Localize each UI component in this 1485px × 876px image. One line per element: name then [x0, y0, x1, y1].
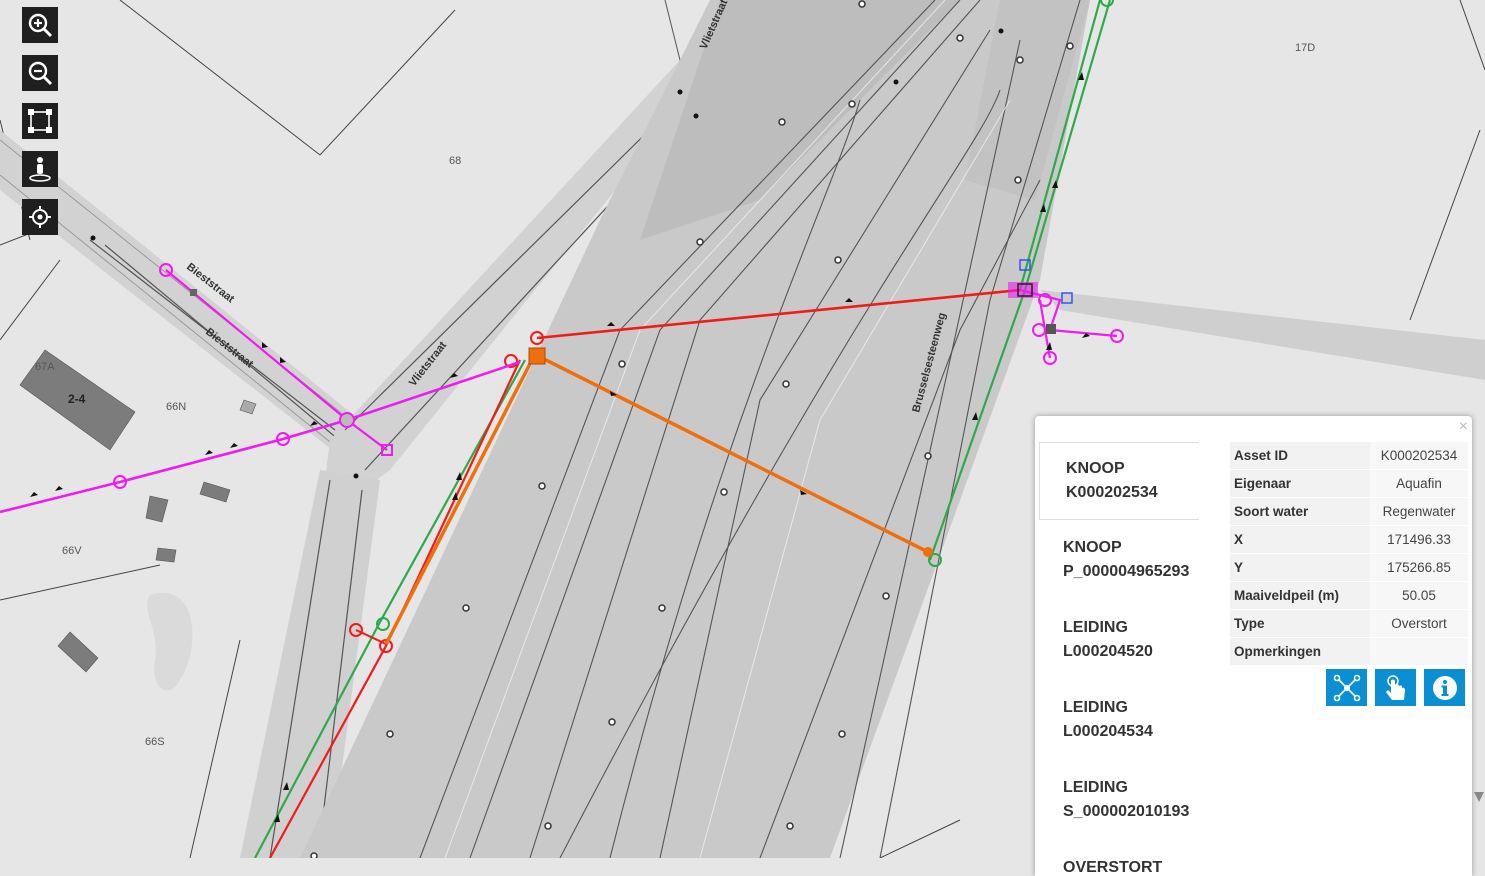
- attribute-table: Asset ID K000202534 Eigenaar Aquafin Soort…: [1230, 442, 1468, 666]
- table-row: Maaiveldpeil (m) 50.05: [1230, 581, 1468, 610]
- parcel-label-66n: 66N: [166, 401, 186, 413]
- attr-key: Maaiveldpeil (m): [1230, 581, 1370, 610]
- feature-id: L000204520: [1063, 643, 1153, 660]
- feature-list: KNOOP K000202534 KNOOP P_000004965293 LE…: [1039, 442, 1199, 876]
- feature-type: KNOOP: [1066, 460, 1125, 477]
- network-trace-icon: [1333, 674, 1360, 701]
- attr-value: 171496.33: [1370, 525, 1468, 554]
- attr-value: 175266.85: [1370, 553, 1468, 582]
- feature-type: OVERSTORT: [1063, 859, 1163, 876]
- table-row: Eigenaar Aquafin: [1230, 469, 1468, 498]
- attr-key: Eigenaar: [1230, 469, 1370, 498]
- attr-key: X: [1230, 525, 1370, 554]
- street-view-button[interactable]: [22, 151, 58, 187]
- attr-value: 50.05: [1370, 581, 1468, 610]
- parcel-label-66s: 66S: [145, 736, 165, 748]
- attr-value: [1370, 637, 1468, 666]
- attr-value: Regenwater: [1370, 497, 1468, 526]
- attr-value: K000202534: [1370, 442, 1468, 470]
- attr-key: Type: [1230, 609, 1370, 638]
- feature-type: KNOOP: [1063, 539, 1122, 556]
- feature-item[interactable]: OVERSTORT: [1039, 840, 1199, 876]
- feature-item[interactable]: LEIDING S_000002010193: [1039, 760, 1199, 840]
- feature-item[interactable]: KNOOP P_000004965293: [1039, 520, 1199, 600]
- map-toolbar: [22, 7, 58, 247]
- zoom-in-button[interactable]: [22, 7, 58, 43]
- locate-icon: [29, 206, 51, 228]
- street-view-icon: [29, 157, 51, 182]
- attr-key: Soort water: [1230, 497, 1370, 526]
- table-row: X 171496.33: [1230, 525, 1468, 554]
- attr-key: Y: [1230, 553, 1370, 582]
- feature-id: K000202534: [1066, 484, 1158, 501]
- full-extent-icon: [28, 109, 52, 133]
- parcel-label-67a: 67A: [35, 361, 55, 373]
- table-row: Asset ID K000202534: [1230, 442, 1468, 470]
- table-row: Y 175266.85: [1230, 553, 1468, 582]
- feature-id: L000204534: [1063, 723, 1153, 740]
- close-button[interactable]: ×: [1459, 419, 1468, 435]
- locate-button[interactable]: [22, 199, 58, 235]
- table-row: Soort water Regenwater: [1230, 497, 1468, 526]
- feature-id: S_000002010193: [1063, 803, 1190, 820]
- feature-type: LEIDING: [1063, 779, 1128, 796]
- parcel-label-17d: 17D: [1295, 42, 1315, 54]
- attr-value: Overstort: [1370, 609, 1468, 638]
- feature-type: LEIDING: [1063, 699, 1128, 716]
- pointer-select-icon: [1385, 674, 1405, 700]
- feature-item-selected[interactable]: KNOOP K000202534: [1039, 442, 1199, 520]
- feature-info-panel: × KNOOP K000202534 KNOOP P_000004965293 …: [1035, 416, 1472, 876]
- zoom-out-icon: [28, 61, 53, 86]
- attr-key: Opmerkingen: [1230, 637, 1370, 666]
- info-icon: [1432, 675, 1457, 700]
- attr-key: Asset ID: [1230, 442, 1370, 470]
- select-button[interactable]: [1375, 669, 1416, 706]
- zoom-out-button[interactable]: [22, 55, 58, 91]
- info-button[interactable]: [1424, 669, 1465, 706]
- feature-id: P_000004965293: [1063, 563, 1190, 580]
- zoom-in-icon: [28, 13, 53, 38]
- table-row: Type Overstort: [1230, 609, 1468, 638]
- building-label-2-4: 2-4: [68, 392, 86, 406]
- action-bar: [1326, 669, 1465, 706]
- table-row: Opmerkingen: [1230, 637, 1468, 666]
- network-trace-button[interactable]: [1326, 669, 1367, 706]
- attr-value: Aquafin: [1370, 469, 1468, 498]
- feature-item[interactable]: LEIDING L000204520: [1039, 600, 1199, 680]
- scroll-down-arrow-icon[interactable]: [1474, 768, 1484, 806]
- full-extent-button[interactable]: [22, 103, 58, 139]
- parcel-label-68: 68: [449, 155, 461, 167]
- feature-type: LEIDING: [1063, 619, 1128, 636]
- feature-item[interactable]: LEIDING L000204534: [1039, 680, 1199, 760]
- parcel-label-66v: 66V: [62, 545, 82, 557]
